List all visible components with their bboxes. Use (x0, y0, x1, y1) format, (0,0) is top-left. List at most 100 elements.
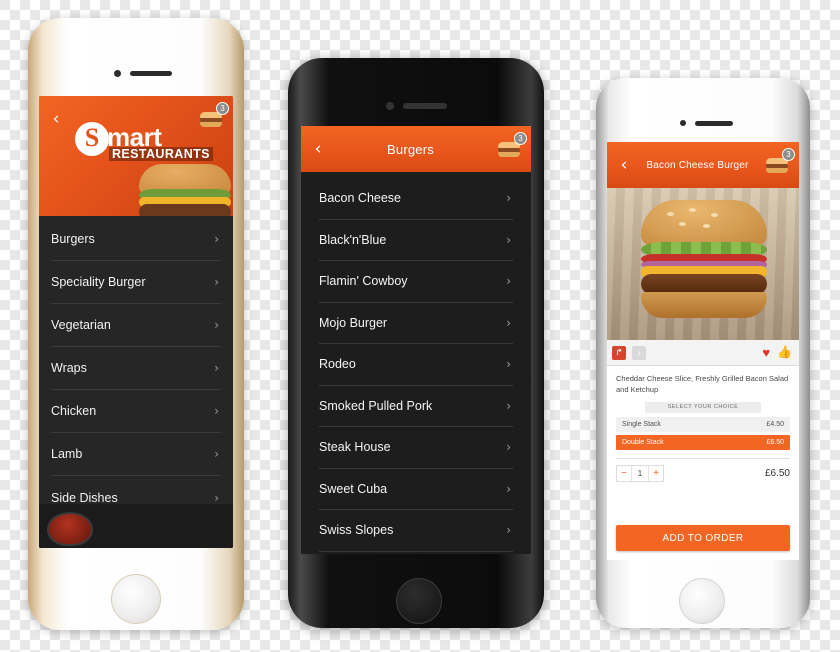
product-photo (607, 188, 799, 340)
product-action-bar: ↱ ♪ ♥ 👍 (607, 340, 799, 366)
list-item[interactable]: Chicken › (51, 390, 221, 433)
chevron-right-icon: › (506, 481, 511, 496)
footer-food-image (39, 504, 233, 548)
list-item-label: Chicken (51, 404, 97, 418)
back-icon[interactable]: ‹ (613, 156, 635, 174)
cart-badge: 3 (782, 148, 795, 161)
list-item[interactable]: Burgers › (51, 218, 221, 261)
left-hero-banner: ‹ 3 S mart RESTAURANTS (39, 96, 233, 216)
logo-letter: S (75, 122, 109, 156)
earpiece-speaker (695, 121, 733, 126)
right-appbar: ‹ Bacon Cheese Burger 3 (607, 142, 799, 188)
list-item-label: Swiss Slopes (319, 523, 394, 538)
home-button[interactable] (679, 578, 725, 624)
chevron-right-icon: › (214, 232, 219, 246)
list-item-label: Bacon Cheese (319, 191, 402, 206)
list-item-label: Black'n'Blue (319, 232, 387, 247)
list-item-label: Rodeo (319, 357, 356, 372)
cart-button[interactable]: 3 (194, 102, 229, 134)
home-button[interactable] (111, 574, 161, 624)
list-item-label: Steak House (319, 440, 391, 455)
back-icon[interactable]: ‹ (45, 110, 67, 128)
list-item[interactable]: Black'n'Blue › (319, 220, 513, 261)
list-item-label: Smoked Pulled Pork (319, 398, 433, 413)
share-icon[interactable]: ↱ (612, 345, 626, 360)
list-item-label: Speciality Burger (51, 275, 146, 289)
list-item[interactable]: Flamin' Cowboy › (319, 261, 513, 303)
chevron-right-icon: › (506, 191, 511, 206)
chevron-right-icon: › (214, 318, 219, 332)
phone-left: ‹ 3 S mart RESTAURANTS Burgers › Special… (28, 18, 244, 630)
chevron-right-icon: › (506, 523, 511, 538)
add-to-order-button[interactable]: ADD TO ORDER (616, 525, 790, 551)
chevron-right-icon: › (506, 315, 511, 330)
list-item[interactable]: Bacon Cheese › (319, 178, 513, 220)
quantity-stepper[interactable]: − 1 + (616, 464, 664, 482)
chevron-right-icon: › (214, 447, 219, 461)
front-camera-icon (114, 70, 121, 77)
front-camera-icon (680, 120, 686, 126)
front-camera-icon (386, 102, 394, 110)
list-item-label: Flamin' Cowboy (319, 274, 408, 289)
list-item[interactable]: Smoked Pulled Pork › (319, 386, 513, 427)
chevron-right-icon: › (214, 490, 219, 505)
list-item-label: Side Dishes (51, 490, 118, 505)
option-label: Double Stack (622, 438, 664, 446)
cart-button[interactable]: 3 (760, 148, 795, 180)
list-item-label: Lamb (51, 447, 83, 461)
decrement-button[interactable]: − (617, 466, 631, 481)
thumbs-up-icon[interactable]: 👍 (777, 346, 792, 359)
chevron-right-icon: › (214, 361, 219, 375)
chevron-right-icon: › (506, 232, 511, 247)
list-item-label: Vegetarian (51, 318, 111, 332)
chevron-right-icon: › (214, 275, 219, 289)
increment-button[interactable]: + (649, 466, 663, 481)
list-item[interactable]: Steak House › (319, 427, 513, 469)
list-item[interactable]: Mojo Burger › (319, 303, 513, 344)
list-item-label: Wraps (51, 361, 87, 375)
middle-phone-screen: ‹ Burgers 3 Bacon Cheese › Black'n'Blue … (301, 126, 531, 554)
list-item[interactable]: Lamb › (51, 433, 221, 476)
list-item[interactable]: Sweet Cuba › (319, 469, 513, 510)
choice-section-header: SELECT YOUR CHOICE (645, 401, 761, 413)
product-description: Cheddar Cheese Slice, Freshly Grilled Ba… (616, 374, 789, 395)
earpiece-speaker (130, 71, 172, 76)
quantity-row: − 1 + £6.50 (616, 457, 790, 482)
option-label: Single Stack (622, 420, 661, 428)
home-button[interactable] (396, 578, 442, 624)
chevron-right-icon: › (214, 404, 219, 418)
phone-middle: ‹ Burgers 3 Bacon Cheese › Black'n'Blue … (288, 58, 544, 628)
list-item[interactable]: Speciality Burger › (51, 261, 221, 304)
middle-appbar: ‹ Burgers 3 (301, 126, 531, 172)
total-price: £6.50 (764, 467, 790, 479)
hero-burger-image (139, 158, 231, 216)
favourite-icon[interactable]: ♥ (762, 346, 770, 359)
back-icon[interactable]: ‹ (307, 140, 329, 158)
phone-right: ‹ Bacon Cheese Burger 3 ↱ ♪ ♥ 👍 Cheddar … (596, 78, 810, 628)
option-row-selected[interactable]: Double Stack £6.50 (616, 434, 790, 450)
chevron-right-icon: › (506, 440, 511, 455)
page-title: Bacon Cheese Burger (646, 159, 749, 171)
option-price: £6.50 (766, 438, 784, 446)
list-item[interactable]: Rodeo › (319, 344, 513, 386)
list-item[interactable]: Wraps › (51, 347, 221, 390)
list-item-label: Mojo Burger (319, 315, 388, 330)
earpiece-speaker (403, 103, 447, 109)
page-title: Burgers (387, 141, 434, 157)
chevron-right-icon: › (506, 274, 511, 289)
right-phone-screen: ‹ Bacon Cheese Burger 3 ↱ ♪ ♥ 👍 Cheddar … (607, 142, 799, 560)
list-item[interactable]: Vegetarian › (51, 304, 221, 347)
left-phone-screen: ‹ 3 S mart RESTAURANTS Burgers › Special… (39, 96, 233, 548)
chevron-right-icon: › (506, 357, 511, 372)
list-item-label: Burgers (51, 232, 95, 246)
burger-list: Bacon Cheese › Black'n'Blue › Flamin' Co… (301, 172, 531, 554)
chevron-right-icon: › (506, 398, 511, 413)
left-category-list: Burgers › Speciality Burger › Vegetarian… (39, 216, 233, 548)
note-icon[interactable]: ♪ (632, 345, 646, 360)
cart-badge: 3 (514, 132, 527, 145)
cart-button[interactable]: 3 (492, 132, 527, 164)
list-item[interactable]: Swiss Slopes › (319, 510, 513, 552)
list-item-label: Sweet Cuba (319, 481, 388, 496)
option-row[interactable]: Single Stack £4.50 (616, 416, 790, 432)
option-price: £4.50 (766, 420, 784, 428)
